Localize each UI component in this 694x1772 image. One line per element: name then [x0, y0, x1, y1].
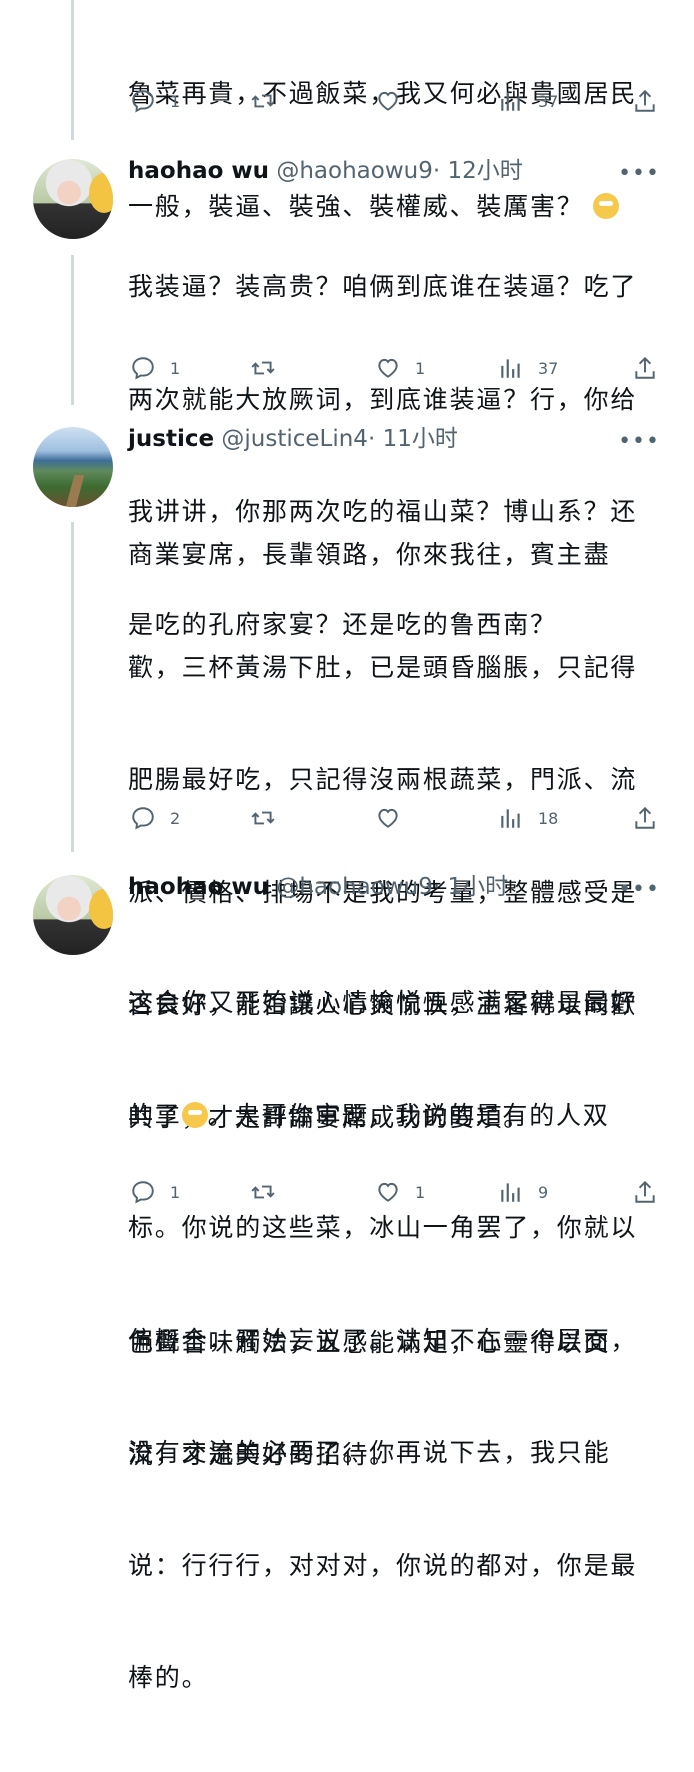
- reply-button[interactable]: 1: [130, 88, 180, 114]
- tweet-text: 这会你又开始说心情愉悦五感满足就是最好 的了 。大哥你审题，我说的是有的人双 标。…: [128, 909, 670, 1772]
- share-icon: [635, 806, 655, 829]
- text-line: 棒的。: [128, 1663, 209, 1692]
- tweet-header: haohao wu @haohaowu9· 1小时: [128, 873, 508, 901]
- reply-button[interactable]: 1: [130, 355, 180, 381]
- reply-icon: [132, 90, 154, 113]
- share-button[interactable]: [632, 1179, 658, 1205]
- retweet-button[interactable]: [250, 355, 276, 381]
- text-line: 标。你说的这些菜，冰山一角罢了，你就以: [128, 1213, 638, 1242]
- tweet[interactable]: haohao wu @haohaowu9· 1小时 ••• 这会你又开始说心情愉…: [0, 873, 694, 1692]
- views-button[interactable]: 18: [498, 805, 558, 831]
- share-button[interactable]: [632, 88, 658, 114]
- timestamp[interactable]: · 1小时: [433, 874, 508, 900]
- tweet[interactable]: justice @justiceLin4· 11小时 ••• 商業宴席，長輩領路…: [0, 425, 694, 1469]
- like-icon: [378, 1182, 398, 1202]
- eye-roll-emoji-icon: [181, 1101, 208, 1128]
- text-line: 说：行行行，对对对，你说的都对，你是最: [128, 1550, 638, 1580]
- text-line: 的了: [128, 1100, 182, 1130]
- views-icon: [501, 809, 520, 828]
- tweet[interactable]: haohao wu @haohaowu9· 12小时 ••• 我装逼？装高贵？咱…: [0, 157, 694, 639]
- tweet[interactable]: 魯菜再貴，不過飯菜，我又何必與貴國居民 一般，裝逼、裝強、裝權威、裝厲害？ 1 …: [0, 0, 694, 221]
- user-avatar[interactable]: [33, 427, 113, 507]
- action-bar: 1 1 9: [0, 1179, 694, 1209]
- reply-button[interactable]: 1: [130, 1179, 180, 1205]
- retweet-icon: [251, 811, 275, 825]
- views-count: 18: [538, 808, 559, 828]
- retweet-icon: [251, 94, 275, 108]
- views-icon: [501, 359, 520, 378]
- user-handle[interactable]: @justiceLin4: [221, 426, 368, 452]
- reply-icon: [132, 357, 154, 380]
- reply-count: 1: [170, 91, 181, 111]
- share-icon: [635, 356, 655, 379]
- like-button[interactable]: [375, 88, 401, 114]
- text-line: 我装逼？装高贵？咱俩到底谁在装逼？吃了: [128, 272, 638, 301]
- text-line: 没有交流的必要了。你再说下去，我只能: [128, 1438, 611, 1467]
- text-line: 歡，三杯黃湯下肚，已是頭昏腦脹，只記得: [128, 652, 638, 682]
- retweet-icon: [251, 361, 275, 375]
- user-avatar[interactable]: [33, 875, 113, 955]
- user-avatar[interactable]: [33, 159, 113, 239]
- text-line: 两次就能大放厥词，到底谁装逼？行，你给: [128, 384, 638, 414]
- share-button[interactable]: [632, 805, 658, 831]
- reply-count: 1: [170, 1182, 181, 1202]
- timestamp[interactable]: · 12小时: [433, 158, 523, 184]
- reply-icon: [132, 1181, 154, 1204]
- reply-button[interactable]: 2: [130, 805, 180, 831]
- tweet-header: haohao wu @haohaowu9· 12小时: [128, 157, 523, 185]
- text-line: 肥腸最好吃，只記得沒兩根蔬菜，門派、流: [128, 765, 638, 794]
- share-icon: [635, 1180, 655, 1203]
- text-line: 这会你又开始说心情愉悦五感满足就是最好: [128, 988, 638, 1017]
- views-count: 9: [538, 1182, 549, 1202]
- like-icon: [378, 91, 398, 111]
- like-icon: [378, 358, 398, 378]
- views-icon: [501, 1183, 520, 1202]
- views-count: 37: [538, 358, 559, 378]
- user-handle[interactable]: @haohaowu9: [276, 874, 433, 900]
- user-name[interactable]: justice: [128, 426, 214, 452]
- user-handle[interactable]: @haohaowu9: [276, 158, 433, 184]
- views-button[interactable]: 37: [498, 88, 558, 114]
- views-button[interactable]: 37: [498, 355, 558, 381]
- tweet-header: justice @justiceLin4· 11小时: [128, 425, 458, 453]
- reply-count: 2: [170, 808, 181, 828]
- reply-count: 1: [170, 358, 181, 378]
- action-bar: 1 1 37: [0, 355, 694, 385]
- action-bar: 2 18: [0, 805, 694, 835]
- user-name[interactable]: haohao wu: [128, 158, 269, 184]
- like-count: 1: [415, 1182, 426, 1202]
- user-name[interactable]: haohao wu: [128, 874, 269, 900]
- like-button[interactable]: 1: [375, 355, 425, 381]
- more-icon[interactable]: •••: [618, 161, 660, 186]
- timestamp[interactable]: · 11小时: [368, 426, 458, 452]
- share-icon: [635, 89, 655, 112]
- more-icon[interactable]: •••: [618, 429, 660, 454]
- text-line: 商業宴席，長輩領路，你來我往，賓主盡: [128, 540, 611, 569]
- text-line: 偏概全，开始妄议了。认知不在一个层面，: [128, 1325, 638, 1355]
- like-count: 1: [415, 358, 426, 378]
- share-button[interactable]: [632, 355, 658, 381]
- like-icon: [378, 808, 398, 828]
- like-button[interactable]: 1: [375, 1179, 425, 1205]
- retweet-button[interactable]: [250, 1179, 276, 1205]
- views-button[interactable]: 9: [498, 1179, 548, 1205]
- retweet-button[interactable]: [250, 88, 276, 114]
- views-icon: [501, 92, 520, 111]
- text-line: 。大哥你审题，我说的是有的人双: [207, 1100, 610, 1130]
- retweet-icon: [251, 1185, 275, 1199]
- more-icon[interactable]: •••: [618, 877, 660, 902]
- retweet-button[interactable]: [250, 805, 276, 831]
- action-bar: 1 37: [0, 88, 694, 118]
- reply-icon: [132, 807, 154, 830]
- views-count: 37: [538, 91, 559, 111]
- like-button[interactable]: [375, 805, 401, 831]
